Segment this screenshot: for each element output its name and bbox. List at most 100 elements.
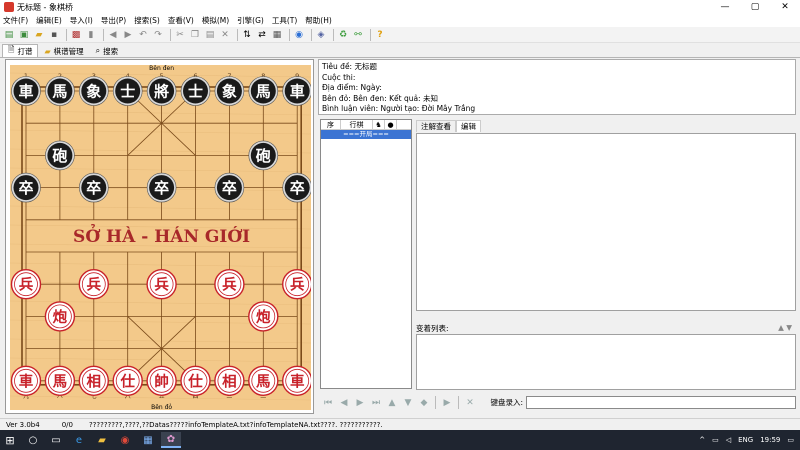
next-move-icon[interactable]: ▶ (352, 398, 368, 408)
piece-black[interactable]: 車 (282, 76, 311, 106)
play-move-icon[interactable]: ▶ (439, 398, 455, 408)
menu-simulate[interactable]: 模拟(M) (202, 15, 229, 26)
piece-red[interactable]: 炮 (248, 301, 279, 332)
chrome-icon[interactable]: ◉ (115, 432, 135, 448)
menu-tools[interactable]: 工具(T) (272, 15, 297, 26)
first-move-icon[interactable]: ⏮ (320, 398, 336, 408)
help-icon[interactable]: ? (374, 29, 386, 41)
col-mark[interactable]: ● (385, 120, 397, 129)
windows-start-icon[interactable]: ⊞ (0, 432, 20, 448)
search-icon[interactable]: ○ (23, 432, 43, 448)
task-view-icon[interactable]: ▭ (46, 432, 66, 448)
file-explorer-icon[interactable]: ▰ (92, 432, 112, 448)
notification-icon[interactable]: ▭ (787, 436, 794, 444)
menu-view[interactable]: 查看(V) (168, 15, 194, 26)
store-icon[interactable]: ▦ (138, 432, 158, 448)
board-icon[interactable]: ▦ (271, 29, 283, 41)
tab-game-manager[interactable]: ▰ 棋谱管理 (38, 44, 89, 57)
clear-icon[interactable]: ✕ (219, 29, 231, 41)
tab-comment-view[interactable]: 注解查看 (416, 120, 456, 132)
piece-black[interactable]: 象 (214, 76, 245, 106)
menu-edit[interactable]: 编辑(E) (36, 15, 62, 26)
xiangqi-board[interactable]: SỞ HÀ - HÁN GIỚIBên đenBên đỏ1 2 3 4 5 6 7 8 9九八… (10, 65, 311, 410)
print-icon[interactable]: ▩ (70, 29, 82, 41)
minimize-button[interactable]: — (710, 0, 740, 14)
flip-horizontal-icon[interactable]: ⇄ (256, 29, 268, 41)
menu-import[interactable]: 导入(I) (70, 15, 93, 26)
xiangqi-app-icon[interactable]: ✿ (161, 432, 181, 448)
cut-icon[interactable]: ✂ (174, 29, 186, 41)
tab-play[interactable]: 🗎 打谱 (2, 44, 39, 57)
engine-icon[interactable]: ◈ (315, 29, 327, 41)
undo-icon[interactable]: ↶ (137, 29, 149, 41)
last-move-icon[interactable]: ⏭ (368, 398, 384, 408)
branch-icon[interactable]: ◆ (416, 398, 432, 408)
copy-icon[interactable]: ❐ (189, 29, 201, 41)
menu-file[interactable]: 文件(F) (3, 15, 28, 26)
close-button[interactable]: ✕ (770, 0, 800, 14)
piece-red[interactable]: 車 (10, 365, 42, 396)
menu-search[interactable]: 搜索(S) (134, 15, 160, 26)
piece-red[interactable]: 兵 (146, 268, 177, 300)
down-variation-icon[interactable]: ▼ (400, 398, 416, 408)
save-icon[interactable]: ▪ (48, 29, 60, 41)
up-variation-icon[interactable]: ▲ (384, 398, 400, 408)
piece-red[interactable]: 車 (282, 365, 311, 396)
piece-black[interactable]: 卒 (282, 172, 311, 203)
variations-list[interactable] (416, 334, 796, 390)
piece-black[interactable]: 將 (146, 76, 177, 106)
piece-black[interactable]: 砲 (45, 140, 75, 171)
menu-help[interactable]: 帮助(H) (305, 15, 332, 26)
piece-red[interactable]: 兵 (282, 269, 311, 300)
language-indicator[interactable]: ENG (738, 436, 753, 444)
tray-expand-icon[interactable]: ^ (699, 436, 705, 444)
piece-black[interactable]: 卒 (214, 172, 245, 203)
network-icon[interactable]: ▭ (712, 436, 719, 444)
volume-icon[interactable]: ◁ (726, 436, 731, 444)
link-icon[interactable]: ⚯ (352, 29, 364, 41)
paste-icon[interactable]: ▤ (204, 29, 216, 41)
col-variation[interactable]: ♞ (373, 120, 385, 129)
keyboard-input[interactable] (526, 396, 796, 409)
menu-engine[interactable]: 引擎(G) (237, 15, 264, 26)
piece-red[interactable]: 炮 (44, 301, 76, 332)
open-icon[interactable]: ▣ (18, 29, 30, 41)
piece-red[interactable]: 仕 (180, 365, 211, 396)
tab-search[interactable]: ⌕ 搜索 (90, 44, 124, 57)
col-move[interactable]: 行棋 (341, 120, 373, 129)
clock[interactable]: 19:59 (760, 436, 780, 444)
piece-red[interactable]: 馬 (248, 365, 279, 396)
piece-red[interactable]: 仕 (112, 365, 143, 396)
forward-icon[interactable]: ▶ (122, 29, 134, 41)
maximize-button[interactable]: ▢ (740, 0, 770, 14)
delete-move-icon[interactable]: ✕ (462, 398, 478, 408)
prev-move-icon[interactable]: ◀ (336, 398, 352, 408)
flip-vertical-icon[interactable]: ⇅ (241, 29, 253, 41)
piece-black[interactable]: 士 (112, 76, 143, 106)
piece-black[interactable]: 士 (180, 76, 211, 106)
refresh-icon[interactable]: ♻ (337, 29, 349, 41)
piece-black[interactable]: 卒 (146, 172, 177, 203)
new-icon[interactable]: ▤ (3, 29, 15, 41)
tab-comment-edit[interactable]: 编辑 (456, 120, 481, 132)
piece-black[interactable]: 象 (79, 76, 109, 106)
piece-red[interactable]: 馬 (44, 365, 76, 396)
piece-red[interactable]: 兵 (214, 268, 245, 300)
folder-icon[interactable]: ▰ (33, 29, 45, 41)
piece-black[interactable]: 馬 (248, 76, 279, 106)
comment-textarea[interactable] (416, 133, 796, 311)
move-row-opening[interactable]: ===开局=== (321, 130, 411, 139)
piece-red[interactable]: 相 (214, 365, 245, 396)
move-list[interactable]: 序 行棋 ♞ ● ===开局=== (320, 119, 412, 389)
collapse-icon[interactable]: ▲ ▼ (778, 323, 792, 333)
delete-icon[interactable]: ▮ (85, 29, 97, 41)
piece-red[interactable]: 兵 (78, 268, 110, 300)
piece-black[interactable]: 砲 (248, 140, 279, 171)
play-icon[interactable]: ◉ (293, 29, 305, 41)
piece-red[interactable]: 相 (78, 365, 110, 396)
menu-export[interactable]: 导出(P) (101, 15, 126, 26)
piece-black[interactable]: 車 (11, 76, 41, 106)
piece-red[interactable]: 兵 (10, 268, 42, 300)
piece-black[interactable]: 卒 (79, 172, 109, 203)
edge-icon[interactable]: e (69, 432, 89, 448)
